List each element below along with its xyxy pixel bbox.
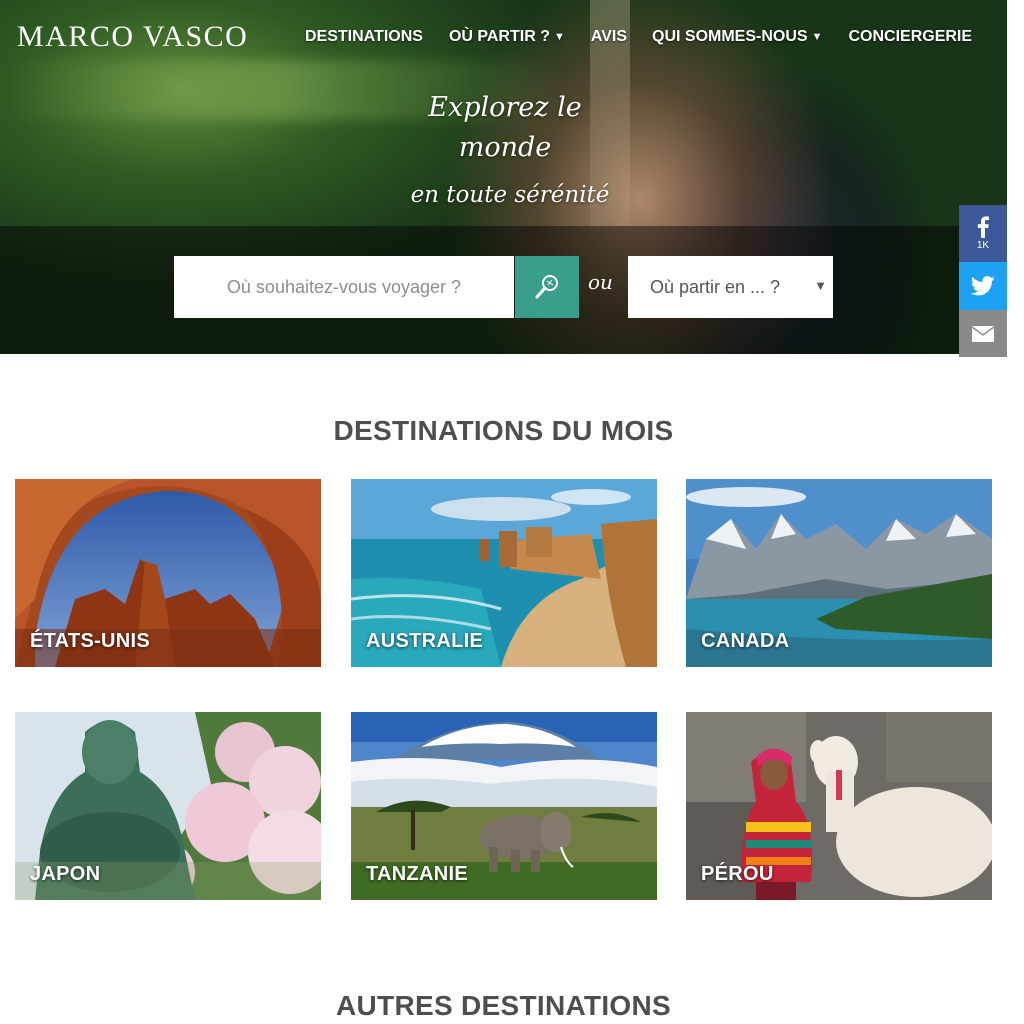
facebook-icon [977, 216, 989, 238]
nav-item-label: DESTINATIONS [305, 28, 423, 45]
when-to-go-select[interactable]: Où partir en ... ? ▼ [628, 256, 833, 318]
facebook-share-count: 1K [976, 240, 990, 251]
destination-label: JAPON [30, 863, 101, 885]
destination-label: ÉTATS-UNIS [30, 630, 151, 652]
destination-label: TANZANIE [366, 863, 469, 885]
chevron-down-icon: ▼ [553, 31, 565, 43]
destination-label: AUSTRALIE [366, 630, 484, 652]
tagline-line-1: Explorez le monde [428, 92, 582, 163]
nav-item-avis[interactable]: AVIS [591, 28, 627, 46]
magnifier-icon [535, 275, 558, 299]
chevron-down-icon: ▼ [814, 278, 827, 293]
nav-item-ou-partir[interactable]: OÙ PARTIR ? ▼ [449, 28, 565, 46]
destination-card-canada[interactable]: CANADA [686, 479, 992, 667]
email-icon [972, 325, 994, 342]
search-button[interactable] [515, 256, 579, 318]
hero-tagline: Explorez le monde en toute sérénité [380, 88, 630, 212]
destination-search-input[interactable] [174, 256, 514, 318]
tagline-line-2: en toute sérénité [410, 182, 610, 208]
social-share-bar: 1K [959, 205, 1007, 357]
nav-item-destinations[interactable]: DESTINATIONS [305, 28, 423, 46]
nav-item-conciergerie[interactable]: CONCIERGERIE [848, 28, 972, 46]
destination-label: PÉROU [701, 863, 774, 885]
destination-card-etats-unis[interactable]: ÉTATS-UNIS [15, 479, 321, 667]
destination-label: CANADA [701, 630, 790, 652]
nav-item-label: CONCIERGERIE [848, 28, 973, 45]
nav-item-label: QUI SOMMES-NOUS [652, 28, 808, 45]
email-share-button[interactable] [959, 310, 1007, 357]
main-nav: DESTINATIONS OÙ PARTIR ? ▼ AVIS QUI SOMM… [305, 28, 972, 46]
when-select-value: Où partir en ... ? [650, 276, 781, 297]
twitter-share-button[interactable] [959, 262, 1007, 310]
nav-item-label: OÙ PARTIR ? [448, 28, 550, 45]
hero-banner: MARCO VASCO DESTINATIONS OÙ PARTIR ? ▼ A… [0, 0, 1007, 354]
destination-card-perou[interactable]: PÉROU [686, 712, 992, 900]
section-title-destinations-du-mois: DESTINATIONS DU MOIS [333, 415, 674, 446]
nav-item-qui-sommes-nous[interactable]: QUI SOMMES-NOUS ▼ [652, 28, 822, 46]
destination-card-australie[interactable]: AUSTRALIE [351, 479, 657, 667]
nav-item-label: AVIS [590, 28, 628, 45]
destination-card-tanzanie[interactable]: TANZANIE [351, 712, 657, 900]
twitter-icon [971, 276, 995, 296]
facebook-share-button[interactable]: 1K [959, 205, 1007, 262]
or-label: ou [588, 270, 613, 294]
chevron-down-icon: ▼ [811, 31, 823, 43]
brand-logo[interactable]: MARCO VASCO [17, 20, 248, 54]
destination-card-japon[interactable]: JAPON [15, 712, 321, 900]
section-title-autres-destinations: AUTRES DESTINATIONS [336, 990, 671, 1021]
